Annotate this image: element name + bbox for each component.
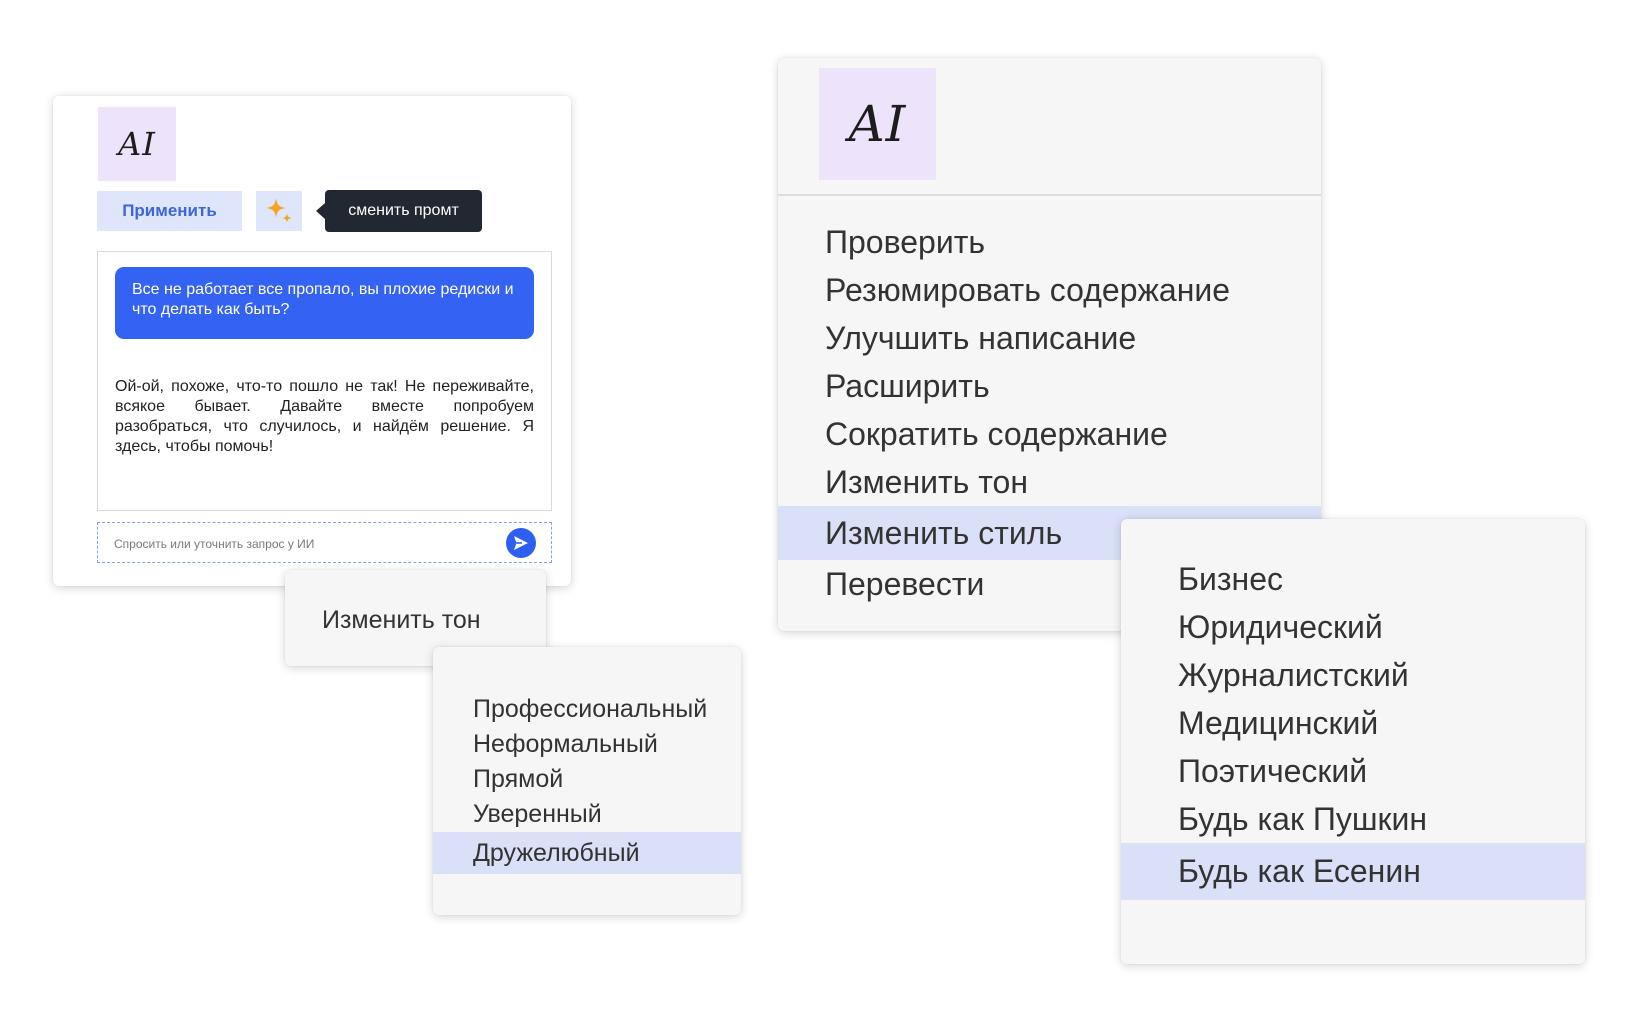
style-item-business[interactable]: Бизнес	[1121, 555, 1585, 603]
tone-item-direct[interactable]: Прямой	[433, 762, 741, 797]
ai-badge: AI	[98, 107, 176, 181]
ask-ai-input[interactable]	[112, 532, 486, 556]
style-item-medical[interactable]: Медицинский	[1121, 699, 1585, 747]
menu-item-summarize[interactable]: Резюмировать содержание	[778, 266, 1321, 314]
style-item-legal[interactable]: Юридический	[1121, 603, 1585, 651]
apply-button[interactable]: Применить	[97, 191, 242, 231]
send-arrow-icon	[514, 536, 528, 550]
menu-item-change-tone[interactable]: Изменить тон	[778, 458, 1321, 506]
change-tone-label: Изменить тон	[322, 606, 481, 634]
style-item-yesenin[interactable]: Будь как Есенин	[1121, 843, 1585, 900]
style-item-poetic[interactable]: Поэтический	[1121, 747, 1585, 795]
menu-item-shorten[interactable]: Сократить содержание	[778, 410, 1321, 458]
menu-divider	[778, 194, 1321, 196]
ai-badge: AI	[819, 68, 936, 180]
sparkle-icon	[266, 198, 292, 223]
style-item-pushkin[interactable]: Будь как Пушкин	[1121, 795, 1585, 843]
menu-item-improve-writing[interactable]: Улучшить написание	[778, 314, 1321, 362]
tone-item-professional[interactable]: Профессиональный	[433, 692, 741, 727]
ai-reply-text: Ой-ой, похоже, что-то пошло не так! Не п…	[115, 378, 534, 455]
tone-item-confident[interactable]: Уверенный	[433, 797, 741, 832]
tone-submenu: Профессиональный Неформальный Прямой Уве…	[433, 647, 741, 915]
chat-conversation: Все не работает все пропало, вы плохие р…	[97, 251, 552, 511]
send-button[interactable]	[506, 528, 536, 558]
ask-ai-input-container	[97, 522, 552, 563]
user-message-bubble: Все не работает все пропало, вы плохие р…	[115, 267, 534, 339]
tone-item-friendly[interactable]: Дружелюбный	[433, 832, 741, 874]
change-prompt-tooltip: сменить промт	[316, 190, 482, 232]
ai-chat-panel: AI Применить сменить промт Все не работа…	[53, 96, 571, 586]
style-submenu: Бизнес Юридический Журналистский Медицин…	[1121, 519, 1585, 964]
change-prompt-button[interactable]	[256, 191, 302, 231]
menu-item-expand[interactable]: Расширить	[778, 362, 1321, 410]
style-item-journalistic[interactable]: Журналистский	[1121, 651, 1585, 699]
menu-item-check[interactable]: Проверить	[778, 218, 1321, 266]
tone-item-informal[interactable]: Неформальный	[433, 727, 741, 762]
